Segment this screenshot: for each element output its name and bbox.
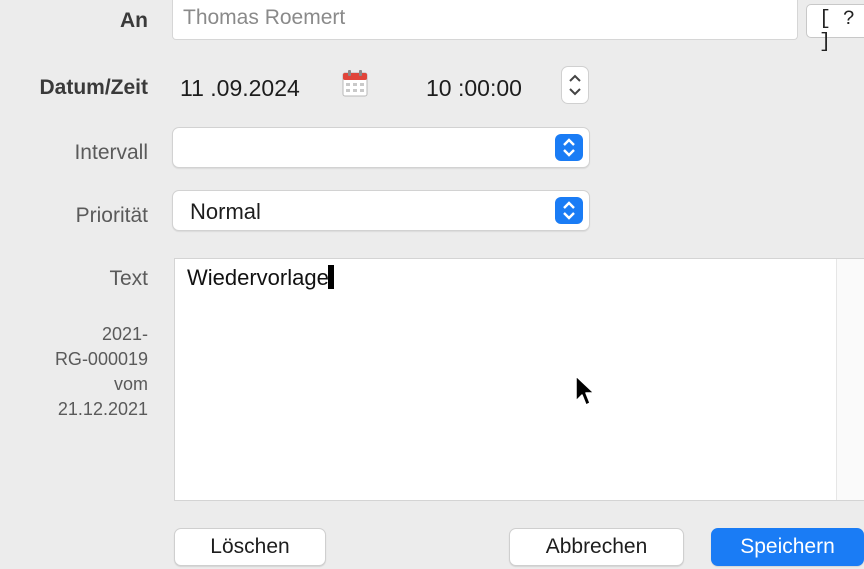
calendar-icon[interactable] [342, 69, 368, 97]
interval-label: Intervall [74, 141, 148, 164]
mouse-pointer-icon [575, 375, 595, 406]
cancel-button[interactable]: Abbrechen [509, 528, 684, 566]
text-content: Wiedervorlage [187, 265, 329, 290]
reference-line: 21.12.2021 [57, 399, 148, 419]
reference-line: RG-000019 [54, 349, 148, 369]
priority-select[interactable]: Normal [172, 190, 590, 231]
help-button[interactable]: [ ? ] [806, 4, 864, 54]
text-area[interactable]: Wiedervorlage [174, 258, 864, 501]
reference-info: 2021- RG-000019 vom 21.12.2021 [55, 322, 148, 422]
delete-button[interactable]: Löschen [174, 528, 326, 566]
text-content-wrap: Wiedervorlage [187, 265, 334, 291]
text-scrollbar[interactable] [836, 259, 864, 500]
interval-chevron-updown-icon [555, 134, 583, 161]
time-stepper-icon [569, 74, 581, 96]
priority-chevron-updown-icon [555, 197, 583, 224]
reference-line: vom [113, 374, 148, 394]
text-label: Text [109, 267, 148, 290]
interval-select[interactable] [172, 127, 590, 168]
time-field[interactable]: 10 :00:00 [426, 75, 522, 102]
reference-line: 2021- [101, 324, 148, 344]
priority-value: Normal [190, 199, 261, 224]
date-field[interactable]: 11 .09.2024 [180, 75, 300, 102]
save-button[interactable]: Speichern [711, 528, 864, 566]
priority-label: Priorität [75, 204, 148, 227]
datetime-label: Datum/Zeit [39, 76, 148, 99]
text-caret [327, 265, 334, 289]
time-stepper[interactable] [561, 66, 589, 104]
recipient-input[interactable]: Thomas Roemert [172, 0, 798, 40]
an-label: An [120, 9, 148, 32]
